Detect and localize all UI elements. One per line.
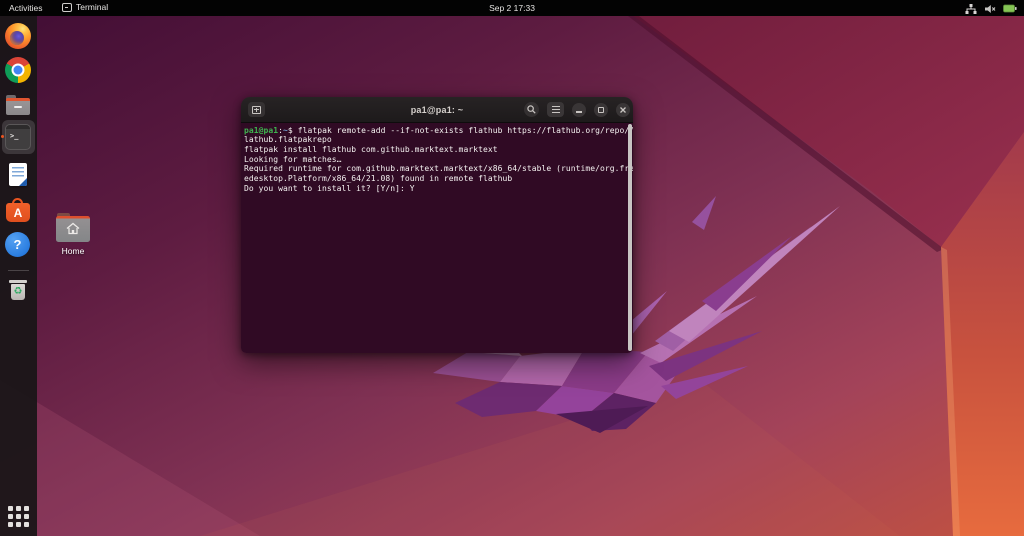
terminal-output-line: edesktop.Platform/x86_64/21.08) found in… (244, 174, 513, 184)
firefox-icon (5, 23, 31, 49)
dock-item-libreoffice-writer[interactable] (5, 162, 31, 188)
dock-item-chrome[interactable] (5, 57, 31, 83)
home-folder-label: Home (61, 246, 85, 256)
terminal-running-indicator (1, 135, 4, 138)
search-icon (527, 105, 536, 114)
minimize-button[interactable] (572, 103, 586, 117)
close-button[interactable] (616, 103, 630, 117)
search-button[interactable] (524, 102, 539, 117)
activities-button[interactable]: Activities (9, 3, 43, 13)
dock-item-files[interactable] (5, 92, 31, 118)
terminal-scrollbar[interactable] (628, 124, 632, 351)
system-status-menu[interactable] (965, 3, 1017, 14)
ubuntu-desktop: Activities Terminal Sep 2 17:33 >_ A ? ♻… (0, 0, 1024, 536)
terminal-window: pa1@pa1: ~ pa1@pa1:~$ flatpak remote-add… (241, 97, 633, 353)
focused-app-label: Terminal (76, 2, 109, 12)
home-folder-desktop-icon[interactable]: Home (54, 213, 92, 256)
terminal-output-line: Looking for matches… (244, 154, 342, 164)
dock: >_ A ? ♻ (0, 16, 37, 536)
dock-item-terminal[interactable]: >_ (5, 124, 31, 150)
battery-icon (1003, 4, 1017, 13)
files-icon (5, 92, 31, 118)
clock-button[interactable]: Sep 2 17:33 (489, 3, 535, 13)
maximize-button[interactable] (594, 103, 608, 117)
wired-network-icon (965, 3, 977, 14)
libreoffice-writer-icon (5, 162, 31, 188)
terminal-output-line: Required runtime for com.github.marktext… (244, 164, 633, 174)
terminal-app-icon (62, 2, 72, 12)
terminal-command-line: pa1@pa1:~$ flatpak remote-add --if-not-e… (244, 125, 633, 135)
minimize-icon (576, 111, 582, 113)
terminal-icon: >_ (5, 124, 31, 150)
dock-divider (8, 270, 29, 271)
chrome-icon (5, 57, 31, 83)
dock-item-trash[interactable]: ♻ (5, 277, 31, 303)
dock-item-ubuntu-software[interactable]: A (5, 197, 31, 223)
maximize-icon (598, 107, 604, 113)
volume-muted-icon (985, 4, 996, 13)
top-bar: Activities Terminal Sep 2 17:33 (0, 0, 1024, 16)
trash-icon: ♻ (5, 277, 31, 303)
terminal-content[interactable]: pa1@pa1:~$ flatpak remote-add --if-not-e… (241, 123, 633, 353)
show-applications-button[interactable] (8, 506, 29, 527)
home-folder-icon (56, 213, 90, 242)
terminal-output-line: flatpak install flathub com.github.markt… (244, 144, 498, 154)
close-icon (620, 107, 626, 113)
terminal-titlebar[interactable]: pa1@pa1: ~ (241, 97, 633, 123)
focused-app-menu[interactable]: Terminal (62, 2, 108, 12)
terminal-output-line: lathub.flatpakrepo (244, 135, 332, 145)
dock-item-help[interactable]: ? (5, 232, 31, 258)
hamburger-icon (551, 106, 560, 113)
help-icon: ? (5, 232, 30, 257)
menu-button[interactable] (547, 102, 564, 117)
terminal-output-line: Do you want to install it? [Y/n]: Y (244, 183, 415, 193)
ubuntu-software-icon: A (5, 197, 31, 223)
dock-item-firefox[interactable] (5, 23, 31, 49)
